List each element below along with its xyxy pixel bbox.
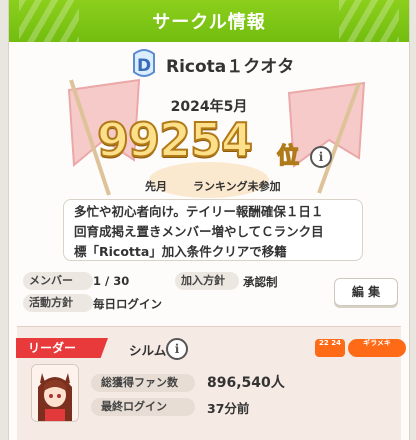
kiramekit-badge-icon: ギラメキ <box>348 339 406 357</box>
activity-policy-value: 毎日ログイン <box>93 297 162 311</box>
activity-policy-label: 活動方針 <box>23 294 93 312</box>
leader-info-icon[interactable]: i <box>166 338 188 360</box>
description-line: 回育成掲え置きメンバー増やしてＣランク目 <box>74 224 324 239</box>
circle-info-window: サークル情報 D Ricota１クオタ 2024年5月 99254 位 i 先月… <box>8 0 410 440</box>
edit-button[interactable]: 編 集 <box>334 278 398 306</box>
ranking-info-icon[interactable]: i <box>310 146 332 168</box>
ranking-unit: 位 <box>276 143 300 170</box>
leader-name: シルム <box>129 343 167 358</box>
ranking-number: 99254 <box>96 112 254 168</box>
total-fans-label: 総獲得ファン数 <box>91 374 195 392</box>
svg-text:D: D <box>137 56 151 76</box>
join-policy-value: 承認制 <box>243 275 278 289</box>
character-portrait-icon <box>32 365 78 421</box>
previous-month-value: ランキング未参加 <box>193 180 281 193</box>
previous-month-label: 先月 <box>145 180 167 193</box>
member-count-value: 1 / 30 <box>93 274 130 288</box>
last-login-value: 37分前 <box>207 401 250 416</box>
total-fans-value: 896,540人 <box>207 375 285 391</box>
window-title: サークル情報 <box>152 12 266 33</box>
circle-name: Ricota１クオタ <box>166 57 295 77</box>
event-badge-icon: 22 24 <box>315 339 345 357</box>
join-policy-label: 加入方針 <box>175 272 239 290</box>
member-count-label: メンバー <box>23 272 93 290</box>
circle-description: 多忙や初心者向け。テイリー報酬確保１日１ 回育成掲え置きメンバー増やしてＣランク… <box>63 199 363 261</box>
header-bar: サークル情報 <box>9 0 409 42</box>
leader-avatar[interactable] <box>31 364 79 422</box>
leader-tag: リーダー <box>16 338 108 358</box>
description-line: 標「Ricotta」加入条件クリアで移籍 <box>74 244 287 259</box>
circle-rank-emblem-icon: D <box>133 49 155 77</box>
last-login-label: 最終ログイン <box>91 398 195 416</box>
description-line: 多忙や初心者向け。テイリー報酬確保１日１ <box>74 204 324 219</box>
